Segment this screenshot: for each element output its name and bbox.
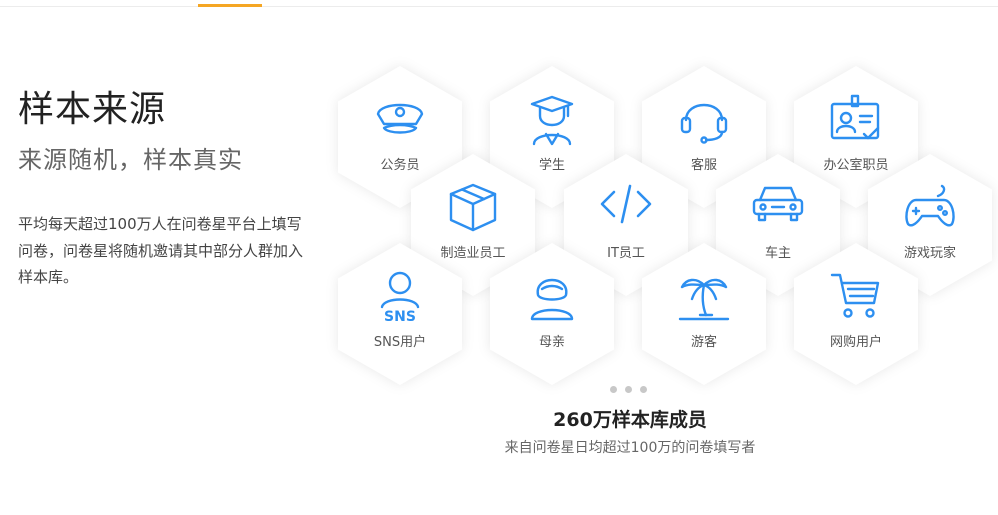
gamepad-icon bbox=[905, 184, 955, 227]
carousel-dot[interactable] bbox=[625, 386, 632, 393]
police-cap-icon bbox=[376, 103, 424, 134]
hex-mother: 母亲 bbox=[490, 243, 614, 385]
carousel-dots bbox=[610, 378, 655, 397]
hex-sns-user: SNS SNS用户 bbox=[338, 243, 462, 385]
carousel-dot[interactable] bbox=[610, 386, 617, 393]
section-subtitle: 来源随机，样本真实 bbox=[18, 146, 243, 174]
mother-icon bbox=[530, 278, 574, 321]
hex-label: 母亲 bbox=[538, 335, 565, 350]
box-icon bbox=[449, 183, 497, 232]
hex-label: 游客 bbox=[690, 335, 717, 350]
hex-online-shopper: 网购用户 bbox=[794, 243, 918, 385]
code-icon bbox=[600, 184, 652, 224]
hex-label: 网购用户 bbox=[829, 335, 882, 350]
palm-tree-icon bbox=[678, 278, 730, 321]
top-divider bbox=[0, 6, 998, 7]
id-badge-icon bbox=[830, 94, 880, 140]
active-tab-indicator bbox=[198, 4, 262, 7]
carousel-dot[interactable] bbox=[640, 386, 647, 393]
headset-icon bbox=[680, 103, 728, 144]
hex-tourist: 游客 bbox=[642, 243, 766, 385]
car-icon bbox=[752, 186, 804, 222]
shopping-cart-icon bbox=[830, 273, 880, 318]
hex-label: SNS用户 bbox=[373, 335, 427, 350]
section-description: 平均每天超过100万人在问卷星平台上填写问卷，问卷星将随机邀请其中部分人群加入样… bbox=[18, 215, 304, 286]
stats-title: 260万样本库成员 bbox=[553, 409, 707, 431]
stats-subtitle: 来自问卷星日均超过100万的问卷填写者 bbox=[504, 440, 756, 456]
graduate-icon bbox=[530, 95, 574, 146]
sns-icon-text: SNS bbox=[384, 309, 416, 323]
section-title: 样本来源 bbox=[18, 89, 167, 130]
sns-user-icon: SNS bbox=[380, 271, 420, 323]
